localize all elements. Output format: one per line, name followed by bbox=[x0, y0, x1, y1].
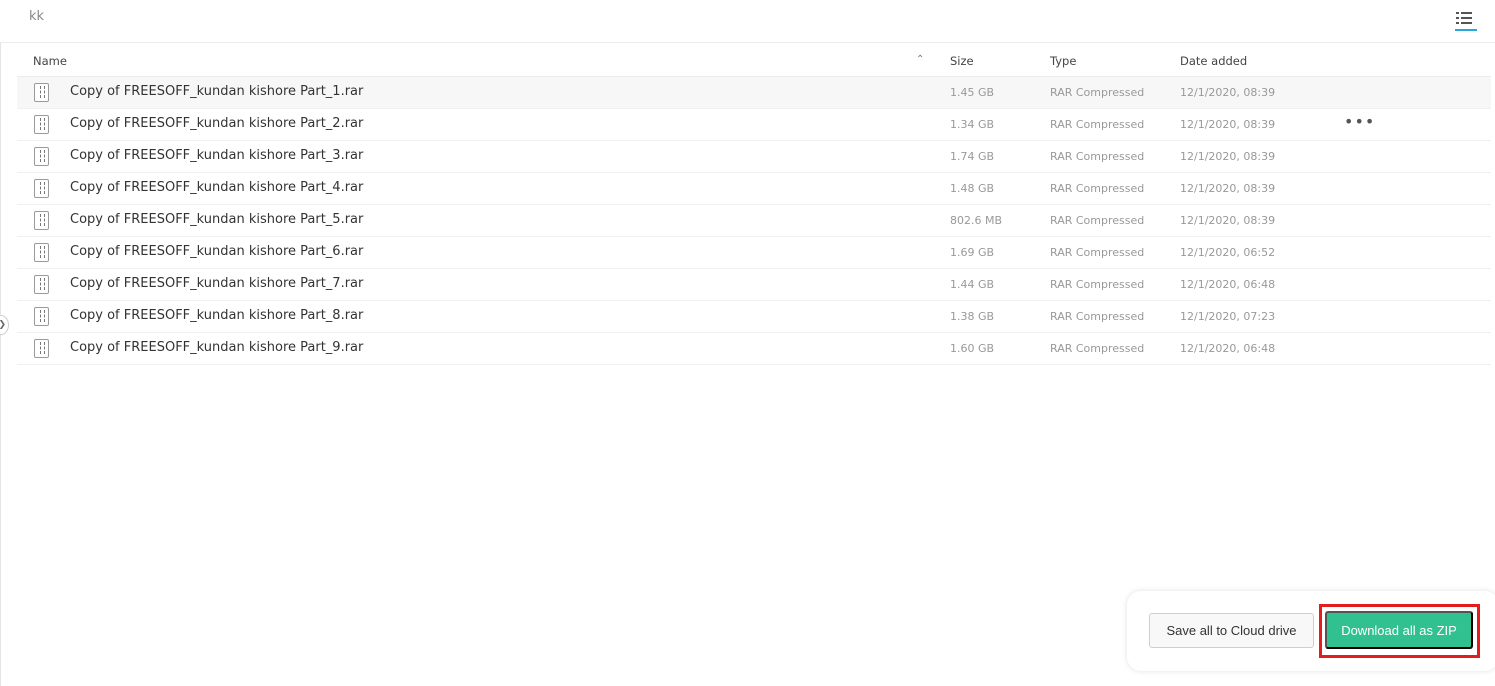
file-type: RAR Compressed bbox=[1050, 246, 1145, 259]
file-date: 12/1/2020, 08:39 bbox=[1180, 182, 1276, 195]
rar-file-icon bbox=[34, 275, 49, 294]
file-size: 1.38 GB bbox=[950, 310, 995, 323]
file-name: Copy of FREESOFF_kundan kishore Part_3.r… bbox=[70, 148, 364, 163]
file-type: RAR Compressed bbox=[1050, 150, 1145, 163]
file-date: 12/1/2020, 06:48 bbox=[1180, 278, 1276, 291]
sidebar-expand-button[interactable]: ❯ bbox=[0, 315, 9, 335]
file-type: RAR Compressed bbox=[1050, 342, 1145, 355]
breadcrumb-folder[interactable]: kk bbox=[29, 9, 44, 24]
file-name: Copy of FREESOFF_kundan kishore Part_8.r… bbox=[70, 308, 364, 323]
table-row[interactable]: Copy of FREESOFF_kundan kishore Part_4.r… bbox=[17, 173, 1491, 205]
file-date: 12/1/2020, 06:48 bbox=[1180, 342, 1276, 355]
download-all-zip-button[interactable]: Download all as ZIP bbox=[1325, 611, 1473, 649]
file-size: 1.60 GB bbox=[950, 342, 995, 355]
rar-file-icon bbox=[34, 147, 49, 166]
rar-file-icon bbox=[34, 83, 49, 102]
active-view-indicator bbox=[1455, 29, 1477, 31]
file-date: 12/1/2020, 06:52 bbox=[1180, 246, 1276, 259]
rar-file-icon bbox=[34, 115, 49, 134]
file-size: 1.48 GB bbox=[950, 182, 995, 195]
file-name: Copy of FREESOFF_kundan kishore Part_5.r… bbox=[70, 212, 364, 227]
file-type: RAR Compressed bbox=[1050, 214, 1145, 227]
table-row[interactable]: Copy of FREESOFF_kundan kishore Part_7.r… bbox=[17, 269, 1491, 301]
file-type: RAR Compressed bbox=[1050, 86, 1145, 99]
column-header-name[interactable]: Name bbox=[33, 54, 67, 68]
file-size: 1.69 GB bbox=[950, 246, 995, 259]
file-type: RAR Compressed bbox=[1050, 310, 1145, 323]
file-type: RAR Compressed bbox=[1050, 182, 1145, 195]
file-name: Copy of FREESOFF_kundan kishore Part_9.r… bbox=[70, 340, 364, 355]
column-header-size[interactable]: Size bbox=[950, 54, 974, 68]
file-date: 12/1/2020, 08:39 bbox=[1180, 214, 1276, 227]
file-name: Copy of FREESOFF_kundan kishore Part_1.r… bbox=[70, 84, 364, 99]
file-size: 1.34 GB bbox=[950, 118, 995, 131]
file-size: 1.74 GB bbox=[950, 150, 995, 163]
file-type: RAR Compressed bbox=[1050, 278, 1145, 291]
table-row[interactable]: Copy of FREESOFF_kundan kishore Part_5.r… bbox=[17, 205, 1491, 237]
chevron-right-icon: ❯ bbox=[0, 320, 6, 330]
table-row[interactable]: Copy of FREESOFF_kundan kishore Part_1.r… bbox=[17, 77, 1491, 109]
sidebar-edge bbox=[0, 43, 1, 686]
rar-file-icon bbox=[34, 211, 49, 230]
file-date: 12/1/2020, 08:39 bbox=[1180, 118, 1276, 131]
file-name: Copy of FREESOFF_kundan kishore Part_6.r… bbox=[70, 244, 364, 259]
table-row[interactable]: Copy of FREESOFF_kundan kishore Part_8.r… bbox=[17, 301, 1491, 333]
file-type: RAR Compressed bbox=[1050, 118, 1145, 131]
rar-file-icon bbox=[34, 339, 49, 358]
file-size: 1.45 GB bbox=[950, 86, 995, 99]
table-row[interactable]: Copy of FREESOFF_kundan kishore Part_6.r… bbox=[17, 237, 1491, 269]
chevron-up-icon[interactable]: ⌃ bbox=[916, 54, 924, 65]
list-view-toggle[interactable] bbox=[1452, 7, 1478, 31]
file-name: Copy of FREESOFF_kundan kishore Part_7.r… bbox=[70, 276, 364, 291]
column-header-date[interactable]: Date added bbox=[1180, 54, 1247, 68]
rar-file-icon bbox=[34, 179, 49, 198]
table-header: Name ⌃ Size Type Date added bbox=[17, 44, 1491, 77]
table-row[interactable]: Copy of FREESOFF_kundan kishore Part_2.r… bbox=[17, 109, 1491, 141]
file-list: Copy of FREESOFF_kundan kishore Part_1.r… bbox=[17, 77, 1491, 365]
file-date: 12/1/2020, 08:39 bbox=[1180, 86, 1276, 99]
more-horizontal-icon[interactable]: ••• bbox=[1344, 112, 1375, 131]
file-name: Copy of FREESOFF_kundan kishore Part_2.r… bbox=[70, 116, 364, 131]
rar-file-icon bbox=[34, 307, 49, 326]
file-name: Copy of FREESOFF_kundan kishore Part_4.r… bbox=[70, 180, 364, 195]
file-date: 12/1/2020, 08:39 bbox=[1180, 150, 1276, 163]
file-date: 12/1/2020, 07:23 bbox=[1180, 310, 1276, 323]
file-size: 802.6 MB bbox=[950, 214, 1003, 227]
file-size: 1.44 GB bbox=[950, 278, 995, 291]
table-row[interactable]: Copy of FREESOFF_kundan kishore Part_9.r… bbox=[17, 333, 1491, 365]
save-all-to-cloud-button[interactable]: Save all to Cloud drive bbox=[1149, 613, 1314, 648]
top-bar: kk bbox=[0, 0, 1495, 43]
rar-file-icon bbox=[34, 243, 49, 262]
column-header-type[interactable]: Type bbox=[1050, 54, 1076, 68]
table-row[interactable]: Copy of FREESOFF_kundan kishore Part_3.r… bbox=[17, 141, 1491, 173]
